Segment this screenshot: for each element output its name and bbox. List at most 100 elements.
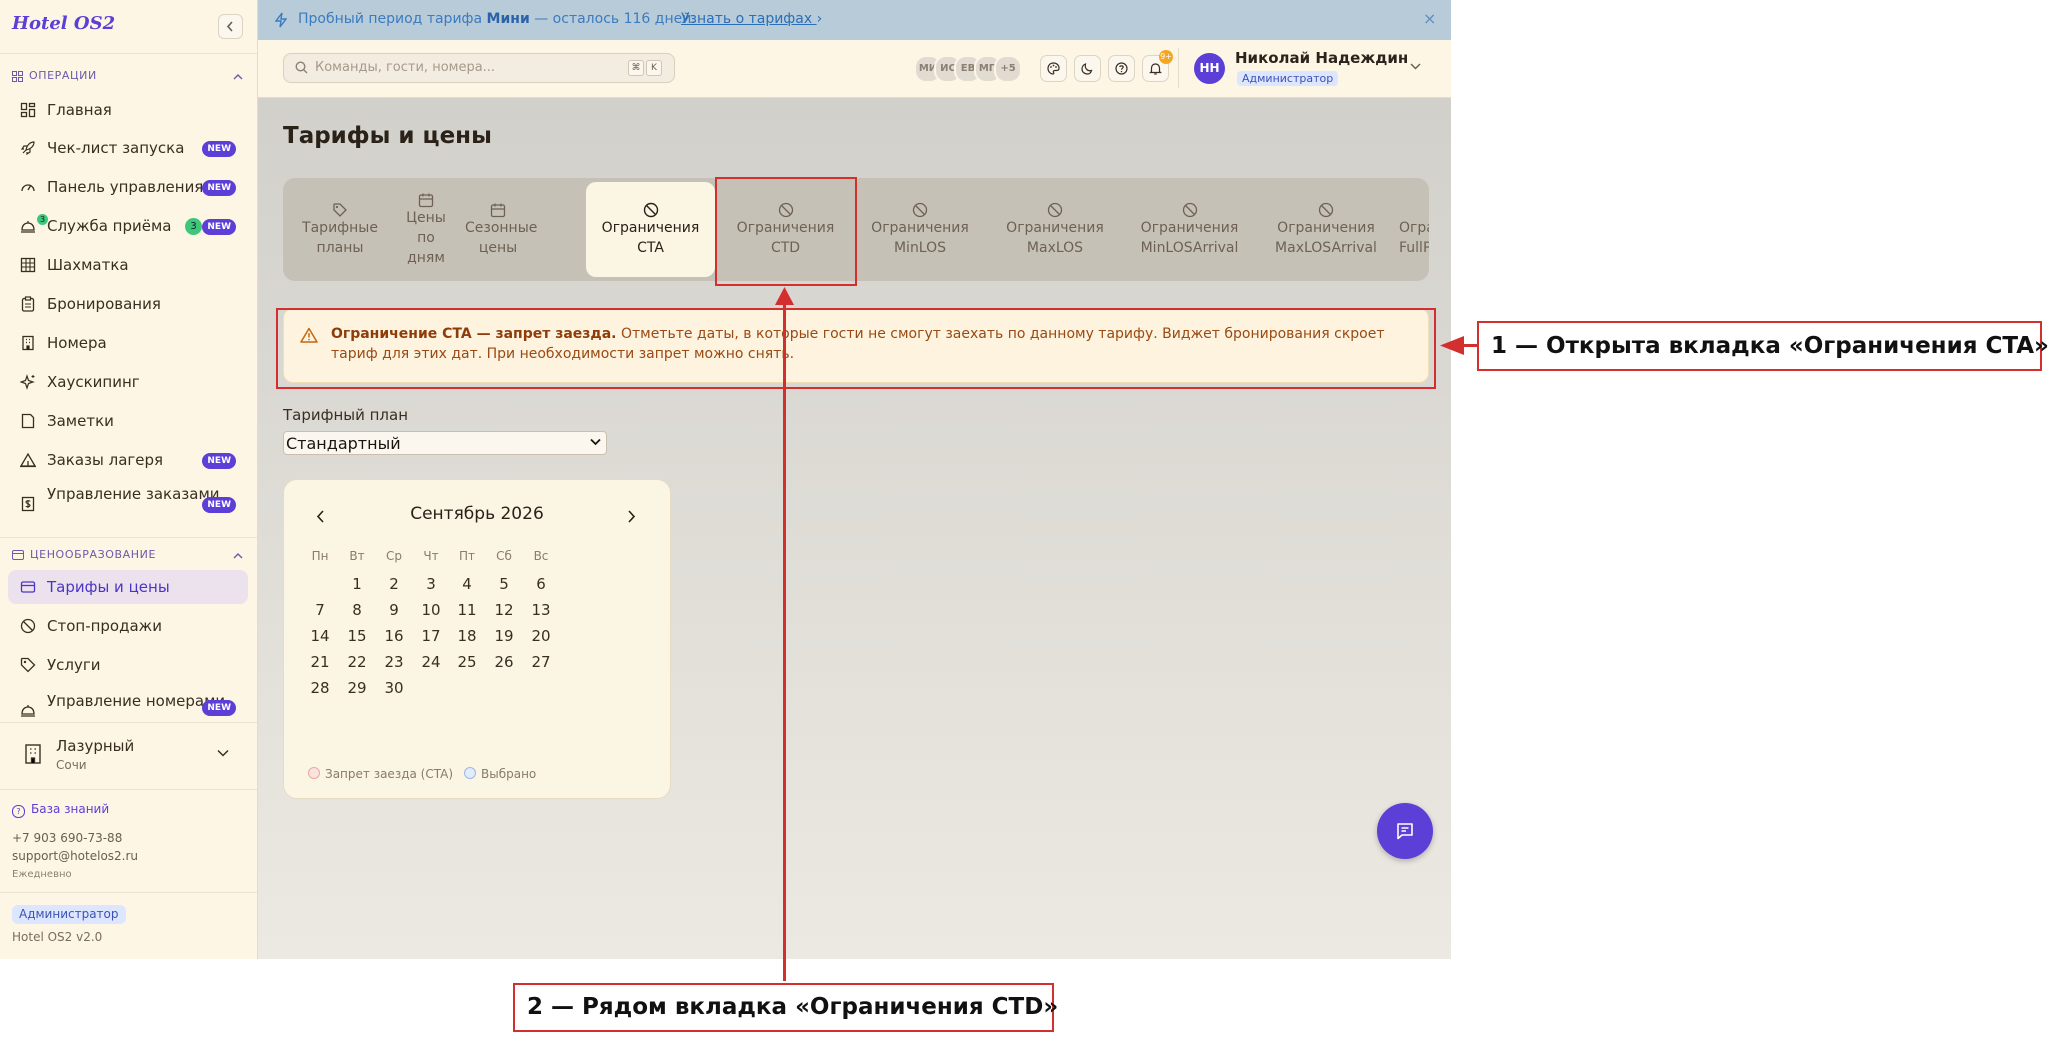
chevron-down-icon[interactable]	[1410, 63, 1421, 70]
calendar-day[interactable]: 9	[376, 596, 412, 624]
calendar-day[interactable]: 6	[523, 570, 559, 598]
sidebar-item-notes[interactable]: Заметки	[8, 404, 248, 438]
section-operations[interactable]: ОПЕРАЦИИ	[12, 68, 97, 84]
calendar-day[interactable]: 23	[376, 648, 412, 676]
arrowhead-up-icon	[775, 287, 794, 305]
new-badge: NEW	[202, 141, 236, 157]
notifications-button[interactable]: 9+	[1142, 50, 1173, 82]
calendar-day[interactable]: 15	[339, 622, 375, 650]
chevron-up-icon[interactable]	[233, 73, 243, 80]
shortcut-key: K	[646, 60, 662, 76]
sidebar-item-chessboard[interactable]: Шахматка	[8, 248, 248, 282]
support-email[interactable]: support@hotelos2.ru	[12, 849, 138, 863]
plans-link[interactable]: Узнать о тарифах ›	[681, 11, 822, 27]
calendar-day[interactable]: 1	[339, 570, 375, 598]
calendar-day[interactable]: 3	[413, 570, 449, 598]
calendar-day[interactable]: 2	[376, 570, 412, 598]
calendar-day[interactable]: 21	[302, 648, 338, 676]
sidebar-item-front-desk[interactable]: 3 Служба приёма 3 NEW	[8, 209, 248, 243]
dark-mode-button[interactable]	[1074, 55, 1101, 82]
sidebar-item-services[interactable]: Услуги	[8, 648, 248, 682]
tab-rate-plans[interactable]: Тарифные планы	[283, 178, 397, 281]
tab-fullpa-restrictions[interactable]: Ограничения FullPa	[1395, 178, 1429, 281]
chat-button[interactable]	[1377, 803, 1433, 859]
sidebar-item-launch-checklist[interactable]: Чек-лист запуска NEW	[8, 131, 248, 165]
avatar-more[interactable]: +5	[994, 55, 1022, 83]
calendar-day[interactable]: 19	[486, 622, 522, 650]
calendar-day[interactable]: 26	[486, 648, 522, 676]
sidebar-item-housekeeping[interactable]: Хаускипинг	[8, 365, 248, 399]
sidebar-item-stop-sales[interactable]: Стоп-продажи	[8, 609, 248, 643]
sidebar-item-bookings[interactable]: Бронирования	[8, 287, 248, 321]
tab-maxlos-restrictions[interactable]: Ограничения MaxLOS	[988, 178, 1122, 281]
hotel-name: Лазурный	[56, 737, 135, 755]
user-name[interactable]: Николай Надеждин	[1235, 49, 1408, 67]
collapse-sidebar-button[interactable]	[218, 14, 243, 39]
knowledge-base-link[interactable]: ? База знаний	[12, 802, 109, 818]
new-badge: NEW	[202, 497, 236, 513]
brand-logo[interactable]: Hotel OS2	[12, 13, 115, 34]
calendar-day[interactable]: 14	[302, 622, 338, 650]
sidebar-item-room-management[interactable]: Управление номерами NEW	[8, 690, 248, 722]
close-banner-button[interactable]: ×	[1423, 9, 1436, 28]
calendar-day[interactable]: 10	[413, 596, 449, 624]
calendar-day[interactable]: 18	[449, 622, 485, 650]
calendar-day[interactable]: 7	[302, 596, 338, 624]
tag-icon	[20, 657, 36, 673]
calendar-day[interactable]: 24	[413, 648, 449, 676]
sidebar-item-camp-orders[interactable]: Заказы лагеря NEW	[8, 443, 248, 477]
sidebar-item-rooms[interactable]: Номера	[8, 326, 248, 360]
support-phone[interactable]: +7 903 690-73-88	[12, 831, 122, 845]
calendar-day[interactable]: 20	[523, 622, 559, 650]
calendar-day[interactable]: 30	[376, 674, 412, 702]
sidebar-item-dashboard[interactable]: Панель управления NEW	[8, 170, 248, 204]
chevron-right-icon[interactable]	[627, 510, 636, 523]
chevron-right-icon: ›	[816, 11, 823, 27]
tab-seasonal-prices[interactable]: Сезонные цены	[455, 178, 541, 281]
tab-label: Ограничения MinLOSArrival	[1140, 220, 1239, 256]
chevron-up-icon[interactable]	[233, 552, 243, 559]
new-badge: NEW	[202, 180, 236, 196]
hotel-switcher[interactable]: Лазурный Сочи	[0, 722, 257, 790]
calendar-day[interactable]: 16	[376, 622, 412, 650]
calendar-day[interactable]: 12	[486, 596, 522, 624]
calendar-day[interactable]: 4	[449, 570, 485, 598]
calendar-day[interactable]: 28	[302, 674, 338, 702]
calendar-day[interactable]: 17	[413, 622, 449, 650]
lightning-icon	[275, 12, 287, 28]
chevron-left-icon	[226, 21, 233, 32]
notification-count: 9+	[1159, 50, 1173, 64]
calendar-day[interactable]: 22	[339, 648, 375, 676]
ban-icon	[643, 202, 658, 218]
sidebar-item-label: Стоп-продажи	[47, 617, 162, 635]
calendar-day[interactable]: 29	[339, 674, 375, 702]
app-version: Hotel OS2 v2.0	[12, 930, 103, 944]
help-button[interactable]	[1108, 55, 1135, 82]
sidebar-item-label: Заказы лагеря	[47, 451, 164, 469]
user-avatar[interactable]: НН	[1194, 53, 1225, 84]
calendar-icon	[490, 203, 506, 218]
grid-icon	[12, 70, 23, 82]
ban-icon	[1047, 202, 1063, 218]
tab-minlos-restrictions[interactable]: Ограничения MinLOS	[852, 178, 988, 281]
sidebar-item-rates-and-prices[interactable]: Тарифы и цены	[8, 570, 248, 604]
calendar-day[interactable]: 8	[339, 596, 375, 624]
calendar-day[interactable]: 27	[523, 648, 559, 676]
section-pricing[interactable]: ЦЕНООБРАЗОВАНИЕ	[12, 547, 156, 563]
tab-minlosarrival-restrictions[interactable]: Ограничения MinLOSArrival	[1122, 178, 1257, 281]
theme-palette-button[interactable]	[1040, 55, 1067, 82]
sidebar-item-home[interactable]: Главная	[8, 93, 248, 127]
new-badge: NEW	[202, 700, 236, 716]
restriction-calendar: Сентябрь 2026 Пн Вт Ср Чт Пт Сб Вс 1 2 3…	[283, 479, 671, 799]
tab-cta-restrictions[interactable]: Ограничения CTA	[586, 182, 715, 277]
calendar-day[interactable]: 13	[523, 596, 559, 624]
sidebar-item-order-management[interactable]: Управление заказами NEW	[8, 482, 248, 526]
rate-plan-select[interactable]: Стандартный	[283, 431, 607, 455]
user-role-badge: Администратор	[1237, 71, 1339, 86]
calendar-day[interactable]: 25	[449, 648, 485, 676]
tab-daily-prices[interactable]: Цены по дням	[397, 178, 455, 281]
calendar-day[interactable]: 5	[486, 570, 522, 598]
command-search-input[interactable]: Команды, гости, номера... ⌘ K	[283, 53, 675, 83]
calendar-day[interactable]: 11	[449, 596, 485, 624]
tab-maxlosarrival-restrictions[interactable]: Ограничения MaxLOSArrival	[1257, 178, 1395, 281]
